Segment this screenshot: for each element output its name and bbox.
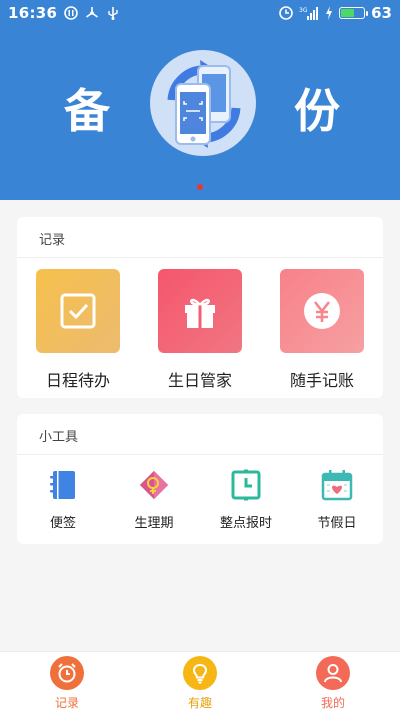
schedule-todo-label: 日程待办 — [45, 371, 110, 390]
nav-tab-fun[interactable]: 有趣 — [170, 656, 230, 711]
signal-icon: 3G — [299, 7, 319, 20]
birthday-manager-button[interactable]: 生日管家 — [158, 269, 242, 391]
divider — [17, 454, 383, 455]
nav-tab-mine[interactable]: 我的 — [303, 656, 363, 711]
backup-banner[interactable]: 备 份 — [0, 0, 400, 200]
alarm-clock-icon — [50, 656, 84, 690]
checkbox-icon — [36, 269, 120, 353]
banner-right-text: 份 — [294, 84, 340, 138]
gift-icon — [158, 269, 242, 353]
battery-level-fill — [341, 9, 355, 17]
notification-icon — [64, 6, 79, 20]
hourly-chime-label: 整点报时 — [219, 516, 272, 531]
clock-icon — [229, 468, 263, 502]
record-section: 记录 日程待办 生日管家 随手记账 — [17, 217, 383, 398]
quick-bookkeeping-button[interactable]: 随手记账 — [280, 269, 364, 391]
hourly-chime-button[interactable]: 整点报时 — [210, 468, 282, 531]
holidays-label: 节假日 — [317, 516, 357, 531]
notes-button[interactable]: 便签 — [27, 468, 99, 531]
share-icon — [86, 7, 99, 18]
phone-sync-illustration — [150, 50, 256, 156]
alarm-icon — [279, 6, 293, 20]
menstrual-period-button[interactable]: 生理期 — [118, 468, 190, 531]
notes-label: 便签 — [49, 516, 76, 531]
nav-tab-fun-label: 有趣 — [187, 696, 212, 710]
period-icon — [137, 468, 171, 502]
record-section-title: 记录 — [39, 233, 66, 248]
menstrual-period-label: 生理期 — [134, 516, 174, 531]
schedule-todo-button[interactable]: 日程待办 — [36, 269, 120, 391]
nav-tab-record-label: 记录 — [54, 696, 79, 710]
tools-section: 小工具 便签 生理期 整点报时 节假日 — [17, 414, 383, 544]
battery-percent: 63 — [371, 4, 392, 22]
birthday-manager-label: 生日管家 — [167, 371, 232, 390]
status-time: 16:36 — [8, 4, 58, 22]
user-icon — [316, 656, 350, 690]
tools-section-title: 小工具 — [39, 430, 79, 445]
yuan-icon — [280, 269, 364, 353]
banner-left-text: 备 — [64, 84, 110, 138]
banner-page-indicator — [197, 184, 203, 190]
usb-icon — [108, 7, 118, 20]
holidays-button[interactable]: 节假日 — [301, 468, 373, 531]
quick-bookkeeping-label: 随手记账 — [289, 371, 354, 390]
nav-tab-mine-label: 我的 — [320, 696, 345, 710]
notebook-icon — [46, 468, 80, 502]
battery-icon — [339, 7, 369, 19]
bottom-navigation: 记录 有趣 我的 — [0, 651, 400, 712]
network-type-label: 3G — [299, 7, 308, 14]
lightbulb-icon — [183, 656, 217, 690]
status-bar: 16:36 3G 63 — [0, 0, 400, 26]
calendar-icon — [320, 468, 354, 502]
charging-icon — [326, 6, 333, 20]
divider — [17, 257, 383, 258]
nav-tab-record[interactable]: 记录 — [37, 656, 97, 711]
